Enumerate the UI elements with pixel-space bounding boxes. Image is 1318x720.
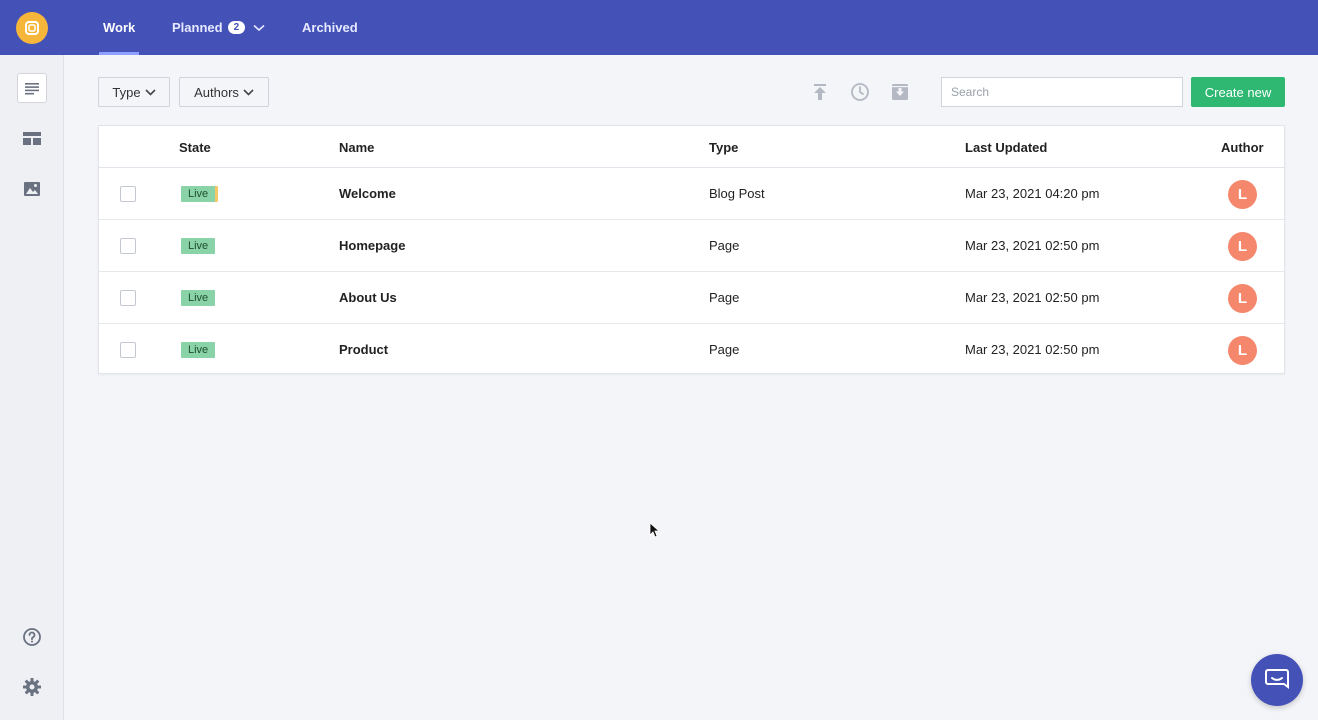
row-type: Page: [709, 342, 740, 357]
row-last-updated: Mar 23, 2021 02:50 pm: [965, 290, 1100, 305]
sidebar-item-content[interactable]: [17, 73, 47, 103]
column-header-name[interactable]: Name: [339, 140, 374, 155]
avatar: L: [1228, 232, 1257, 261]
planned-count-badge: 2: [227, 21, 246, 34]
row-checkbox[interactable]: [120, 290, 136, 306]
chat-icon: [1265, 669, 1289, 689]
sidebar-settings[interactable]: [17, 672, 47, 702]
schedule-button[interactable]: [849, 81, 871, 103]
sidebar-item-media[interactable]: [17, 174, 47, 204]
row-checkbox[interactable]: [120, 238, 136, 254]
publish-button[interactable]: [809, 81, 831, 103]
tab-work-label: Work: [103, 20, 136, 35]
row-last-updated: Mar 23, 2021 04:20 pm: [965, 186, 1100, 201]
row-last-updated: Mar 23, 2021 02:50 pm: [965, 342, 1100, 357]
table-row[interactable]: Live Welcome Blog Post Mar 23, 2021 04:2…: [99, 168, 1284, 220]
sidebar-help[interactable]: [17, 622, 47, 652]
table-header: State Name Type Last Updated Author: [99, 126, 1284, 168]
search-input[interactable]: [941, 77, 1183, 107]
gear-icon: [23, 678, 41, 696]
row-last-updated: Mar 23, 2021 02:50 pm: [965, 238, 1100, 253]
row-type: Page: [709, 290, 740, 305]
row-name[interactable]: About Us: [339, 290, 397, 305]
tab-planned[interactable]: Planned 2: [172, 0, 265, 55]
tab-archived-label: Archived: [302, 20, 358, 35]
chevron-down-icon[interactable]: [253, 24, 265, 32]
status-badge: Live: [181, 290, 216, 306]
row-name[interactable]: Homepage: [339, 238, 405, 253]
top-navigation: Work Planned 2 Archived: [64, 0, 1318, 55]
table-row[interactable]: Live Homepage Page Mar 23, 2021 02:50 pm…: [99, 220, 1284, 272]
content-table: State Name Type Last Updated Author Live…: [98, 125, 1285, 374]
help-icon: [23, 628, 41, 646]
document-list-icon: [25, 83, 39, 95]
status-badge: Live: [181, 238, 216, 254]
create-new-button[interactable]: Create new: [1191, 77, 1285, 107]
tab-work[interactable]: Work: [98, 0, 140, 55]
avatar: L: [1228, 284, 1257, 313]
archive-button[interactable]: [889, 81, 911, 103]
sidebar-item-layouts[interactable]: [17, 124, 47, 154]
schedule-icon: [851, 83, 869, 101]
type-filter-label: Type: [112, 84, 141, 100]
row-type: Blog Post: [709, 186, 765, 201]
status-badge: Live: [181, 186, 219, 202]
archive-icon: [892, 84, 908, 100]
row-name[interactable]: Welcome: [339, 186, 396, 201]
logo-icon: [25, 20, 39, 35]
chevron-down-icon: [243, 88, 254, 96]
row-checkbox[interactable]: [120, 186, 136, 202]
tab-archived[interactable]: Archived: [302, 0, 358, 55]
type-filter-dropdown[interactable]: Type: [98, 77, 170, 107]
authors-filter-label: Authors: [194, 84, 239, 100]
table-row[interactable]: Live Product Page Mar 23, 2021 02:50 pm …: [99, 324, 1284, 376]
sidebar: [0, 0, 64, 720]
chat-launcher-button[interactable]: [1251, 654, 1303, 706]
table-row[interactable]: Live About Us Page Mar 23, 2021 02:50 pm…: [99, 272, 1284, 324]
column-header-last-updated[interactable]: Last Updated: [965, 140, 1047, 155]
tab-planned-label: Planned: [172, 20, 223, 35]
row-type: Page: [709, 238, 740, 253]
authors-filter-dropdown[interactable]: Authors: [179, 77, 269, 107]
avatar: L: [1228, 336, 1257, 365]
column-header-state[interactable]: State: [179, 140, 211, 155]
chevron-down-icon: [145, 88, 156, 96]
logo-area: [0, 0, 64, 55]
column-header-author[interactable]: Author: [1221, 140, 1264, 155]
column-header-type[interactable]: Type: [709, 140, 738, 155]
row-name[interactable]: Product: [339, 342, 388, 357]
status-badge: Live: [181, 342, 216, 358]
avatar: L: [1228, 180, 1257, 209]
mouse-cursor-icon: [649, 522, 661, 541]
image-icon: [24, 182, 40, 196]
row-checkbox[interactable]: [120, 342, 136, 358]
app-logo[interactable]: [16, 11, 48, 44]
layout-icon: [23, 132, 41, 145]
publish-icon: [814, 84, 826, 100]
